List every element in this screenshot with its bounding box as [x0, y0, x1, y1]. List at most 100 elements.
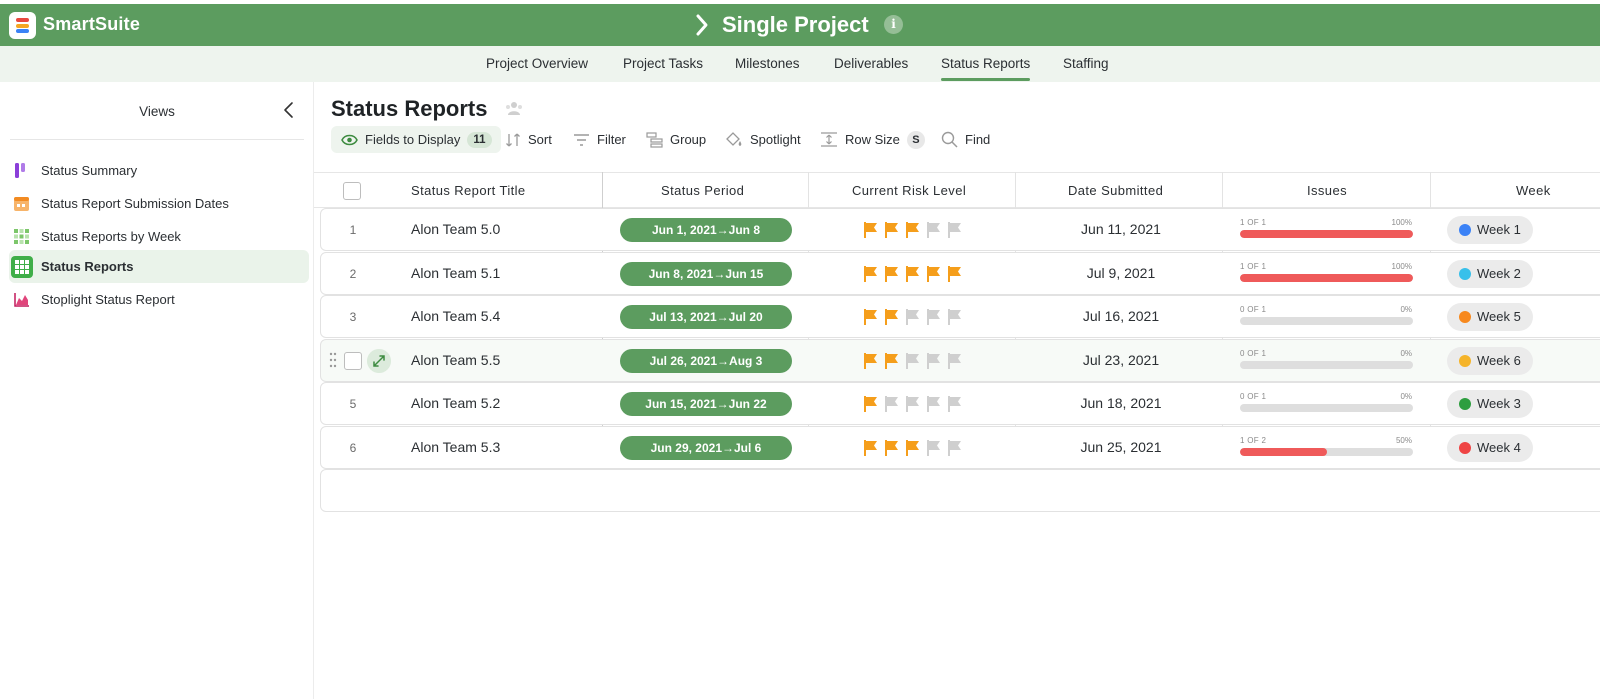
tab-deliverables[interactable]: Deliverables — [834, 56, 908, 71]
cell-issues-progress[interactable]: 0 OF 1 0% — [1239, 392, 1413, 416]
risk-flag-icon[interactable] — [862, 395, 879, 413]
cell-issues-progress[interactable]: 1 OF 1 100% — [1239, 218, 1413, 242]
cell-status-period[interactable]: Jun 29, 2021→Jul 6 — [620, 436, 792, 460]
project-title[interactable]: Single Project — [722, 12, 869, 38]
column-header-title[interactable]: Status Report Title — [411, 173, 526, 208]
info-icon[interactable]: i — [884, 15, 903, 34]
filter-button[interactable]: Filter — [573, 126, 626, 153]
risk-flag-icon[interactable] — [904, 308, 921, 326]
expand-record-icon[interactable] — [367, 349, 391, 373]
risk-flag-icon[interactable] — [925, 221, 942, 239]
risk-flag-icon[interactable] — [946, 395, 963, 413]
cell-risk-level[interactable] — [862, 395, 963, 413]
people-icon[interactable] — [504, 100, 524, 118]
cell-title[interactable]: Alon Team 5.5 — [411, 352, 500, 368]
table-row[interactable]: 6 Alon Team 5.3 Jun 29, 2021→Jul 6 Jun 25,… — [320, 426, 1600, 469]
collapse-sidebar-icon[interactable] — [282, 100, 296, 120]
cell-date-submitted[interactable]: Jun 18, 2021 — [1021, 395, 1221, 411]
tab-status-reports[interactable]: Status Reports — [941, 56, 1031, 81]
cell-date-submitted[interactable]: Jul 9, 2021 — [1021, 265, 1221, 281]
cell-status-period[interactable]: Jun 15, 2021→Jun 22 — [620, 392, 792, 416]
cell-risk-level[interactable] — [862, 439, 963, 457]
risk-flag-icon[interactable] — [904, 221, 921, 239]
view-item-status-reports[interactable]: Status Reports — [9, 250, 309, 283]
smartsuite-logo-icon[interactable] — [9, 12, 36, 39]
risk-flag-icon[interactable] — [946, 439, 963, 457]
view-item-status-reports-by-week[interactable]: Status Reports by Week — [9, 220, 309, 253]
risk-flag-icon[interactable] — [925, 352, 942, 370]
tab-staffing[interactable]: Staffing — [1063, 56, 1109, 71]
risk-flag-icon[interactable] — [883, 221, 900, 239]
risk-flag-icon[interactable] — [925, 395, 942, 413]
risk-flag-icon[interactable] — [862, 265, 879, 283]
risk-flag-icon[interactable] — [862, 308, 879, 326]
risk-flag-icon[interactable] — [925, 439, 942, 457]
cell-week-tag[interactable]: Week 3 — [1447, 390, 1533, 418]
cell-risk-level[interactable] — [862, 352, 963, 370]
column-header-issues[interactable]: Issues — [1307, 173, 1347, 208]
table-row[interactable]: 1 Alon Team 5.0 Jun 1, 2021→Jun 8 Jun 11, … — [320, 208, 1600, 251]
risk-flag-icon[interactable] — [925, 265, 942, 283]
risk-flag-icon[interactable] — [904, 265, 921, 283]
cell-issues-progress[interactable]: 1 OF 2 50% — [1239, 436, 1413, 460]
cell-issues-progress[interactable]: 0 OF 1 0% — [1239, 349, 1413, 373]
cell-status-period[interactable]: Jun 1, 2021→Jun 8 — [620, 218, 792, 242]
cell-status-period[interactable]: Jul 26, 2021→Aug 3 — [620, 349, 792, 373]
risk-flag-icon[interactable] — [883, 308, 900, 326]
view-item-stoplight-status-report[interactable]: Stoplight Status Report — [9, 283, 309, 316]
cell-status-period[interactable]: Jun 8, 2021→Jun 15 — [620, 262, 792, 286]
group-button[interactable]: Group — [646, 126, 706, 153]
row-size-button[interactable]: Row Size S — [820, 126, 925, 153]
view-item-status-summary[interactable]: Status Summary — [9, 154, 309, 187]
cell-week-tag[interactable]: Week 5 — [1447, 303, 1533, 331]
fields-to-display-button[interactable]: Fields to Display 11 — [331, 126, 501, 153]
cell-title[interactable]: Alon Team 5.4 — [411, 308, 500, 324]
cell-risk-level[interactable] — [862, 221, 963, 239]
cell-issues-progress[interactable]: 0 OF 1 0% — [1239, 305, 1413, 329]
cell-date-submitted[interactable]: Jun 25, 2021 — [1021, 439, 1221, 455]
risk-flag-icon[interactable] — [904, 395, 921, 413]
cell-week-tag[interactable]: Week 2 — [1447, 260, 1533, 288]
cell-date-submitted[interactable]: Jul 16, 2021 — [1021, 308, 1221, 324]
table-row[interactable]: 3 Alon Team 5.4 Jul 13, 2021→Jul 20 Jul 16… — [320, 295, 1600, 338]
risk-flag-icon[interactable] — [925, 308, 942, 326]
column-header-date[interactable]: Date Submitted — [1068, 173, 1163, 208]
tab-project-tasks[interactable]: Project Tasks — [623, 56, 703, 71]
table-row[interactable]: Alon Team 5.5 Jul 26, 2021→Aug 3 Jul 23, … — [320, 339, 1600, 382]
risk-flag-icon[interactable] — [904, 352, 921, 370]
risk-flag-icon[interactable] — [946, 265, 963, 283]
column-header-period[interactable]: Status Period — [661, 173, 744, 208]
risk-flag-icon[interactable] — [883, 265, 900, 283]
tab-milestones[interactable]: Milestones — [735, 56, 800, 71]
cell-risk-level[interactable] — [862, 265, 963, 283]
add-record-row[interactable] — [320, 469, 1600, 512]
sort-button[interactable]: Sort — [505, 126, 552, 153]
select-all-checkbox[interactable] — [343, 182, 361, 200]
cell-title[interactable]: Alon Team 5.0 — [411, 221, 500, 237]
risk-flag-icon[interactable] — [946, 221, 963, 239]
risk-flag-icon[interactable] — [883, 395, 900, 413]
risk-flag-icon[interactable] — [883, 352, 900, 370]
cell-date-submitted[interactable]: Jun 11, 2021 — [1021, 221, 1221, 237]
spotlight-button[interactable]: Spotlight — [725, 126, 801, 153]
risk-flag-icon[interactable] — [883, 439, 900, 457]
cell-issues-progress[interactable]: 1 OF 1 100% — [1239, 262, 1413, 286]
row-checkbox[interactable] — [344, 352, 362, 370]
view-item-status-report-submission-dates[interactable]: Status Report Submission Dates — [9, 187, 309, 220]
cell-title[interactable]: Alon Team 5.1 — [411, 265, 500, 281]
risk-flag-icon[interactable] — [862, 221, 879, 239]
find-button[interactable]: Find — [941, 126, 990, 153]
column-header-week[interactable]: Week — [1516, 173, 1551, 208]
risk-flag-icon[interactable] — [862, 352, 879, 370]
tab-project-overview[interactable]: Project Overview — [486, 56, 588, 71]
cell-title[interactable]: Alon Team 5.3 — [411, 439, 500, 455]
risk-flag-icon[interactable] — [862, 439, 879, 457]
risk-flag-icon[interactable] — [904, 439, 921, 457]
risk-flag-icon[interactable] — [946, 352, 963, 370]
column-header-risk[interactable]: Current Risk Level — [852, 173, 966, 208]
table-row[interactable]: 5 Alon Team 5.2 Jun 15, 2021→Jun 22 Jun 18… — [320, 382, 1600, 425]
cell-date-submitted[interactable]: Jul 23, 2021 — [1021, 352, 1221, 368]
cell-status-period[interactable]: Jul 13, 2021→Jul 20 — [620, 305, 792, 329]
cell-risk-level[interactable] — [862, 308, 963, 326]
risk-flag-icon[interactable] — [946, 308, 963, 326]
